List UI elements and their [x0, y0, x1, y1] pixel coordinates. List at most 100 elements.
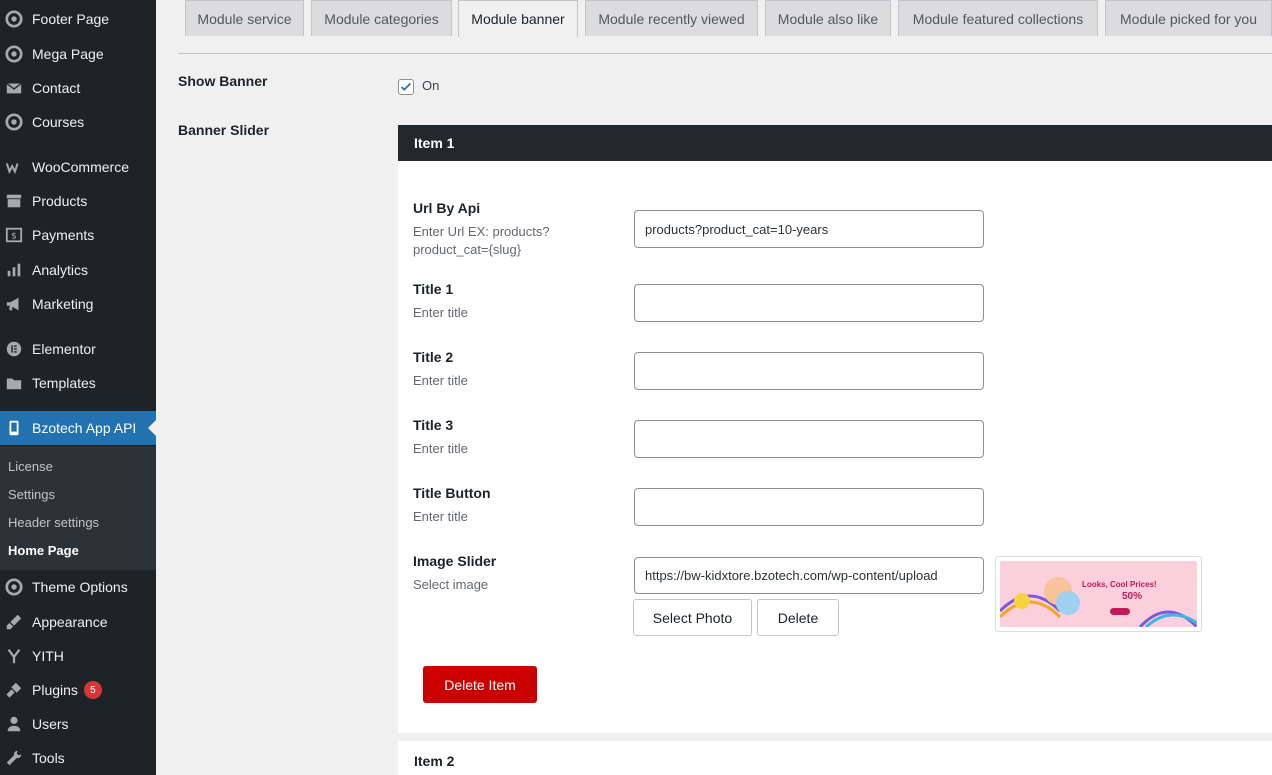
title-button-label: Title Button — [413, 485, 491, 501]
title-3-description: Enter title — [413, 441, 468, 456]
tab-module-categories[interactable]: Module categories — [311, 0, 452, 36]
sidebar-item-appearance[interactable]: Appearance — [0, 605, 156, 639]
sidebar-item-label: YITH — [32, 648, 64, 664]
item-2-header[interactable]: Item 2 — [398, 741, 1272, 775]
mail-icon — [4, 78, 24, 98]
sidebar-item-label: Theme Options — [32, 579, 128, 595]
sidebar-item-elementor[interactable]: Elementor — [0, 332, 156, 366]
sidebar-item-analytics[interactable]: Analytics — [0, 253, 156, 287]
wrench-icon — [4, 748, 24, 768]
submenu-item-header-settings[interactable]: Header settings — [8, 515, 99, 530]
yith-icon — [4, 646, 24, 666]
submenu-item-home-page[interactable]: Home Page — [8, 543, 79, 558]
checkmark-icon — [401, 82, 411, 91]
banner-preview-headline: Looks, Cool Prices! — [1082, 580, 1157, 589]
sidebar-item-theme-options[interactable]: Theme Options — [0, 570, 156, 604]
image-slider-thumbnail: Looks, Cool Prices! 50% — [995, 556, 1202, 632]
title-1-input[interactable] — [634, 284, 984, 322]
title-1-description: Enter title — [413, 305, 468, 320]
sidebar-item-contact[interactable]: Contact — [0, 71, 156, 105]
url-by-api-label: Url By Api — [413, 200, 481, 216]
sidebar-item-label: Payments — [32, 227, 95, 243]
sidebar-item-label: Appearance — [32, 614, 108, 630]
submenu-item-settings[interactable]: Settings — [8, 487, 55, 502]
sidebar-item-yith[interactable]: YITH — [0, 639, 156, 673]
banner-slider-label: Banner Slider — [178, 122, 270, 138]
tabs-divider — [178, 53, 1272, 54]
item-1-header[interactable]: Item 1 — [398, 125, 1272, 161]
url-by-api-description: Enter Url EX: products?product_cat={slug… — [413, 224, 550, 257]
tab-module-featured-collections[interactable]: Module featured collections — [898, 0, 1098, 36]
sidebar-item-bzotech-app-api[interactable]: Bzotech App API — [0, 411, 156, 445]
bar-chart-icon — [4, 260, 24, 280]
sidebar-item-products[interactable]: Products — [0, 184, 156, 218]
tab-module-also-like[interactable]: Module also like — [765, 0, 891, 36]
title-button-description: Enter title — [413, 509, 468, 524]
select-photo-button[interactable]: Select Photo — [633, 599, 752, 636]
sidebar-item-mega-page[interactable]: Mega Page — [0, 37, 156, 71]
admin-sidebar: Footer Page Mega Page Contact Courses Wo… — [0, 0, 156, 775]
sidebar-item-label: Analytics — [32, 262, 89, 278]
sidebar-item-templates[interactable]: Templates — [0, 366, 156, 400]
sidebar-item-courses[interactable]: Courses — [0, 105, 156, 139]
title-button-input[interactable] — [634, 488, 984, 526]
image-slider-label: Image Slider — [413, 553, 497, 569]
title-2-input[interactable] — [634, 352, 984, 390]
delete-item-button[interactable]: Delete Item — [423, 666, 537, 703]
sidebar-item-label: Templates — [32, 375, 96, 391]
sidebar-item-tools[interactable]: Tools — [0, 741, 156, 775]
plugin-update-badge: 5 — [83, 681, 102, 699]
title-1-label: Title 1 — [413, 281, 454, 297]
sidebar-item-label: Footer Page — [32, 11, 110, 27]
sidebar-item-marketing[interactable]: Marketing — [0, 287, 156, 321]
archive-icon — [4, 191, 24, 211]
sidebar-item-footer-page[interactable]: Footer Page — [0, 2, 156, 36]
show-banner-checkbox[interactable] — [398, 79, 414, 95]
sidebar-item-label: WooCommerce — [32, 159, 129, 175]
sidebar-item-label: Marketing — [32, 296, 94, 312]
gear-icon — [4, 9, 24, 29]
show-banner-checkbox-label: On — [422, 78, 440, 93]
megaphone-icon — [4, 294, 24, 314]
title-2-description: Enter title — [413, 373, 468, 388]
tab-module-recently-viewed[interactable]: Module recently viewed — [585, 0, 758, 36]
woocommerce-icon — [4, 157, 24, 177]
sidebar-item-plugins[interactable]: Plugins 5 — [0, 673, 156, 707]
image-slider-description: Select image — [413, 577, 489, 592]
folder-icon — [4, 373, 24, 393]
elementor-icon — [4, 339, 24, 359]
show-banner-label: Show Banner — [178, 73, 268, 89]
sidebar-item-label: Bzotech App API — [32, 420, 137, 436]
gear-icon — [4, 112, 24, 132]
delete-photo-button[interactable]: Delete — [757, 599, 839, 636]
paintbrush-icon — [4, 612, 24, 632]
sidebar-item-label: Contact — [32, 80, 81, 96]
banner-preview-image: Looks, Cool Prices! 50% — [1000, 561, 1197, 627]
banner-preview-percent: 50% — [1122, 591, 1143, 602]
tab-module-picked-for-you[interactable]: Module picked for you — [1105, 0, 1272, 36]
image-slider-url-input[interactable]: https://bw-kidxtore.bzotech.com/wp-conte… — [634, 557, 984, 594]
tab-module-banner[interactable]: Module banner — [458, 0, 578, 37]
url-by-api-input[interactable]: products?product_cat=10-years — [634, 210, 984, 248]
title-3-label: Title 3 — [413, 417, 454, 433]
sidebar-item-users[interactable]: Users — [0, 707, 156, 741]
gear-icon — [4, 44, 24, 64]
gear-icon — [4, 577, 24, 597]
title-2-label: Title 2 — [413, 349, 454, 365]
sidebar-item-label: Users — [32, 716, 69, 732]
dollar-icon: $ — [4, 225, 24, 245]
sidebar-submenu: License Settings Header settings Home Pa… — [0, 446, 156, 570]
sidebar-item-label: Products — [32, 193, 88, 209]
sidebar-item-payments[interactable]: $ Payments — [0, 218, 156, 252]
submenu-item-license[interactable]: License — [8, 459, 53, 474]
sidebar-item-label: Plugins — [32, 682, 78, 698]
plugin-icon — [4, 680, 24, 700]
user-icon — [4, 714, 24, 734]
smartphone-icon — [4, 418, 24, 438]
svg-text:$: $ — [11, 232, 17, 242]
sidebar-item-woocommerce[interactable]: WooCommerce — [0, 150, 156, 184]
banner-preview-button — [1110, 608, 1130, 615]
sidebar-item-label: Mega Page — [32, 46, 104, 62]
tab-module-service[interactable]: Module service — [185, 0, 304, 36]
title-3-input[interactable] — [634, 420, 984, 458]
